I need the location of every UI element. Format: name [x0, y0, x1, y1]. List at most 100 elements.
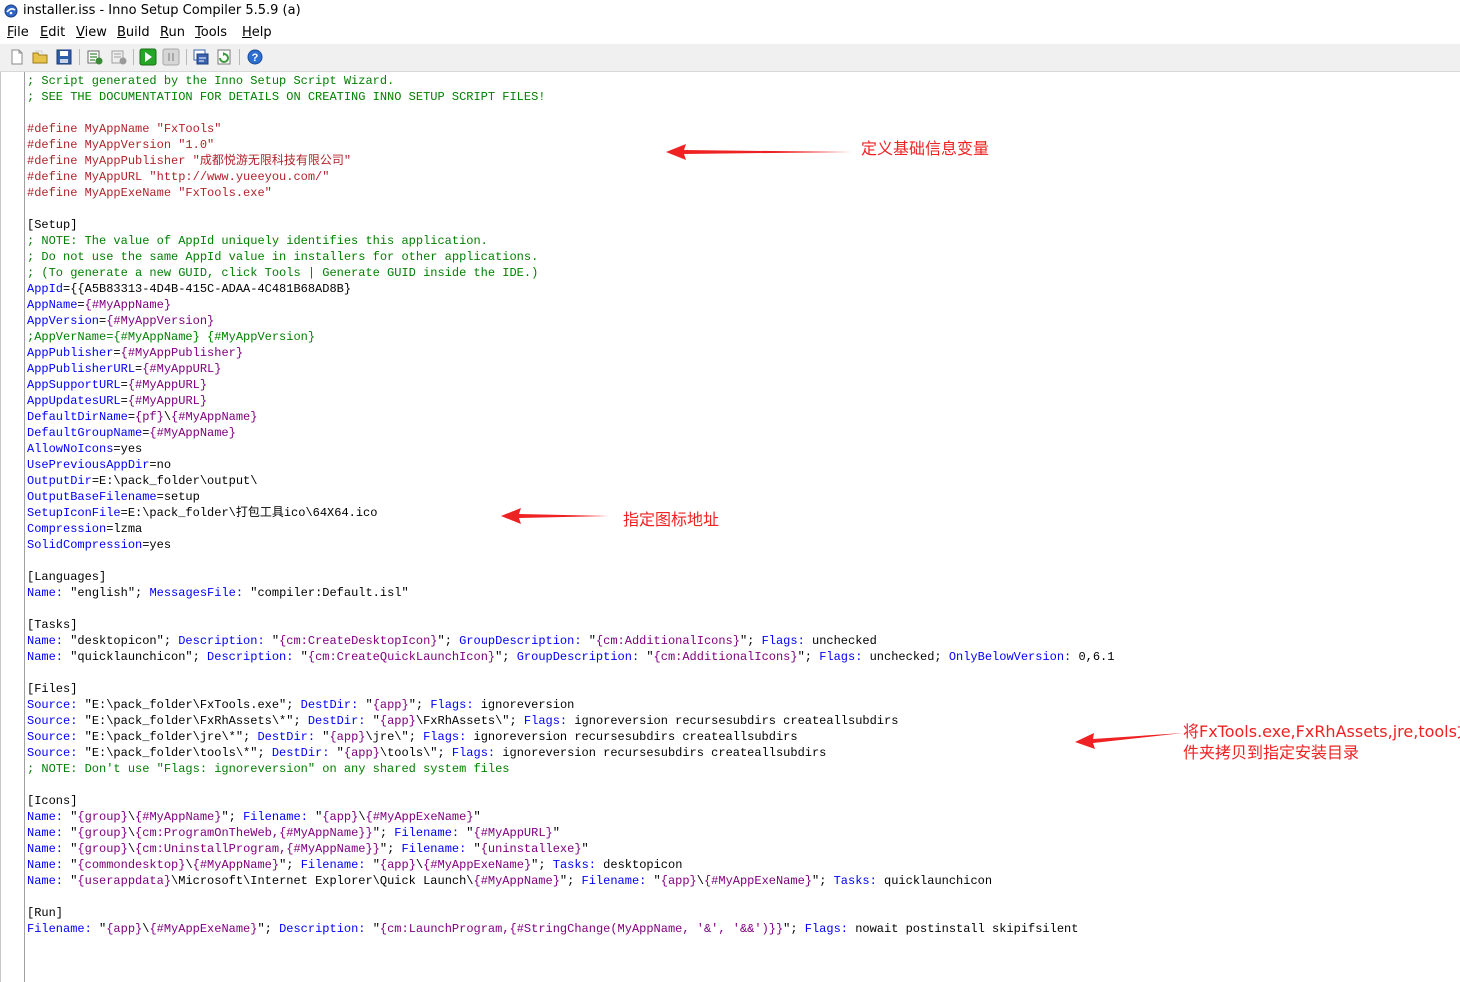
code-line[interactable]: AppSupportURL={#MyAppURL}	[27, 377, 1114, 393]
target-setup-icon[interactable]	[192, 48, 210, 66]
code-line[interactable]	[27, 777, 1114, 793]
code-token-text: \	[696, 874, 704, 888]
code-line[interactable]: ; Do not use the same AppId value in ins…	[27, 249, 1114, 265]
open-folder-icon[interactable]	[31, 48, 49, 66]
code-token-text: "	[293, 650, 308, 664]
code-token-text: \	[358, 810, 366, 824]
code-token-section: [Run]	[27, 906, 64, 920]
code-line[interactable]: AppName={#MyAppName}	[27, 297, 1114, 313]
target-uninstall-icon[interactable]	[215, 48, 233, 66]
save-icon[interactable]	[55, 48, 73, 66]
pause-icon[interactable]	[162, 48, 180, 66]
code-line[interactable]: Name: "{commondesktop}\{#MyAppName}"; Fi…	[27, 857, 1114, 873]
code-line[interactable]: #define MyAppName "FxTools"	[27, 121, 1114, 137]
code-token-const: {#MyAppExeName}	[423, 858, 532, 872]
code-token-text: \tools\";	[379, 746, 452, 760]
code-token-text: ignoreversion recursesubdirs createallsu…	[567, 714, 899, 728]
code-token-text: =	[113, 346, 121, 360]
code-line[interactable]: [Files]	[27, 681, 1114, 697]
code-token-text: =yes	[142, 538, 172, 552]
code-line[interactable]: Name: "{group}\{#MyAppName}"; Filename: …	[27, 809, 1114, 825]
menu-tools[interactable]: Tools	[195, 25, 227, 40]
code-token-text: "	[63, 826, 78, 840]
code-token-text: "	[91, 922, 107, 936]
menu-edit[interactable]: Edit	[40, 25, 65, 40]
menu-view-label: iew	[84, 25, 107, 40]
code-token-const: {#MyAppName}	[171, 410, 258, 424]
code-token-text: ignoreversion recursesubdirs createallsu…	[495, 746, 827, 760]
editor-gutter[interactable]	[24, 72, 25, 982]
code-line[interactable]: ; NOTE: Don't use "Flags: ignoreversion"…	[27, 761, 1114, 777]
code-line[interactable]: SolidCompression=yes	[27, 537, 1114, 553]
stop-compile-icon[interactable]	[110, 48, 128, 66]
code-line[interactable]: Name: "english"; MessagesFile: "compiler…	[27, 585, 1114, 601]
code-line[interactable]: UsePreviousAppDir=no	[27, 457, 1114, 473]
code-token-comment: ; NOTE: Don't use "Flags: ignoreversion"…	[27, 762, 510, 776]
code-token-key: UsePreviousAppDir	[27, 458, 150, 472]
code-line[interactable]: AppPublisher={#MyAppPublisher}	[27, 345, 1114, 361]
menu-file[interactable]: File	[7, 25, 29, 40]
menu-run[interactable]: Run	[160, 25, 185, 40]
code-line[interactable]: DefaultDirName={pf}\{#MyAppName}	[27, 409, 1114, 425]
code-token-key: Description:	[207, 650, 294, 664]
code-line[interactable]	[27, 889, 1114, 905]
code-line[interactable]: Name: "desktopicon"; Description: "{cm:C…	[27, 633, 1114, 649]
code-line[interactable]: AppPublisherURL={#MyAppURL}	[27, 361, 1114, 377]
code-token-text: \	[127, 842, 136, 856]
code-line[interactable]	[27, 601, 1114, 617]
code-token-key: Tasks:	[833, 874, 877, 888]
code-line[interactable]: OutputDir=E:\pack_folder\output\	[27, 473, 1114, 489]
code-line[interactable]: ; SEE THE DOCUMENTATION FOR DETAILS ON C…	[27, 89, 1114, 105]
code-line[interactable]: Name: "{group}\{cm:ProgramOnTheWeb,{#MyA…	[27, 825, 1114, 841]
code-token-text: "	[63, 858, 78, 872]
code-line[interactable]: ;AppVerName={#MyAppName} {#MyAppVersion}	[27, 329, 1114, 345]
menu-view[interactable]: View	[76, 25, 107, 40]
code-line[interactable]: ; Script generated by the Inno Setup Scr…	[27, 73, 1114, 89]
code-line[interactable]: Source: "E:\pack_folder\FxTools.exe"; De…	[27, 697, 1114, 713]
code-line[interactable]: AppUpdatesURL={#MyAppURL}	[27, 393, 1114, 409]
code-line[interactable]	[27, 665, 1114, 681]
code-line[interactable]	[27, 201, 1114, 217]
menu-help[interactable]: Help	[242, 25, 272, 40]
code-token-section: [Tasks]	[27, 618, 78, 632]
code-line[interactable]: [Run]	[27, 905, 1114, 921]
code-token-key: AppUpdatesURL	[27, 394, 121, 408]
code-token-text: ";	[812, 874, 834, 888]
code-line[interactable]: Source: "E:\pack_folder\tools\*"; DestDi…	[27, 745, 1114, 761]
help-icon[interactable]: ?	[246, 48, 264, 66]
code-line[interactable]: [Tasks]	[27, 617, 1114, 633]
code-token-key: DestDir:	[307, 714, 366, 728]
code-line[interactable]: Name: "{group}\{cm:UninstallProgram,{#My…	[27, 841, 1114, 857]
run-icon[interactable]	[139, 48, 157, 66]
code-line[interactable]: [Languages]	[27, 569, 1114, 585]
code-line[interactable]: [Setup]	[27, 217, 1114, 233]
code-token-const: {cm:ProgramOnTheWeb,{#MyAppName}}	[135, 826, 373, 840]
code-line[interactable]: AppId={{A5B83313-4D4B-415C-ADAA-4C481B68…	[27, 281, 1114, 297]
code-line[interactable]: ; (To generate a new GUID, click Tools |…	[27, 265, 1114, 281]
code-line[interactable]: Name: "{userappdata}\Microsoft\Internet …	[27, 873, 1114, 889]
compile-icon[interactable]	[86, 48, 104, 66]
menu-edit-label: dit	[48, 25, 66, 40]
code-line[interactable]	[27, 553, 1114, 569]
menu-build[interactable]: Build	[117, 25, 150, 40]
code-token-text: =	[127, 410, 136, 424]
code-token-key: Tasks:	[552, 858, 596, 872]
code-line[interactable]: OutputBaseFilename=setup	[27, 489, 1114, 505]
new-file-icon[interactable]	[8, 48, 26, 66]
code-token-key: Filename:	[581, 874, 647, 888]
code-line[interactable]: ; NOTE: The value of AppId uniquely iden…	[27, 233, 1114, 249]
code-line[interactable]: Source: "E:\pack_folder\jre\*"; DestDir:…	[27, 729, 1114, 745]
code-token-section: [Files]	[27, 682, 78, 696]
code-line[interactable]: Filename: "{app}\{#MyAppExeName}"; Descr…	[27, 921, 1114, 937]
code-line[interactable]: #define MyAppExeName "FxTools.exe"	[27, 185, 1114, 201]
code-line[interactable]	[27, 105, 1114, 121]
code-line[interactable]: Name: "quicklaunchicon"; Description: "{…	[27, 649, 1114, 665]
inno-setup-app-icon[interactable]	[4, 4, 18, 18]
code-line[interactable]: AppVersion={#MyAppVersion}	[27, 313, 1114, 329]
code-token-comment: ; (To generate a new GUID, click Tools |…	[27, 266, 539, 280]
code-line[interactable]: AllowNoIcons=yes	[27, 441, 1114, 457]
code-line[interactable]: DefaultGroupName={#MyAppName}	[27, 425, 1114, 441]
code-line[interactable]: Source: "E:\pack_folder\FxRhAssets\*"; D…	[27, 713, 1114, 729]
code-line[interactable]: [Icons]	[27, 793, 1114, 809]
code-line[interactable]: #define MyAppURL "http://www.yueeyou.com…	[27, 169, 1114, 185]
